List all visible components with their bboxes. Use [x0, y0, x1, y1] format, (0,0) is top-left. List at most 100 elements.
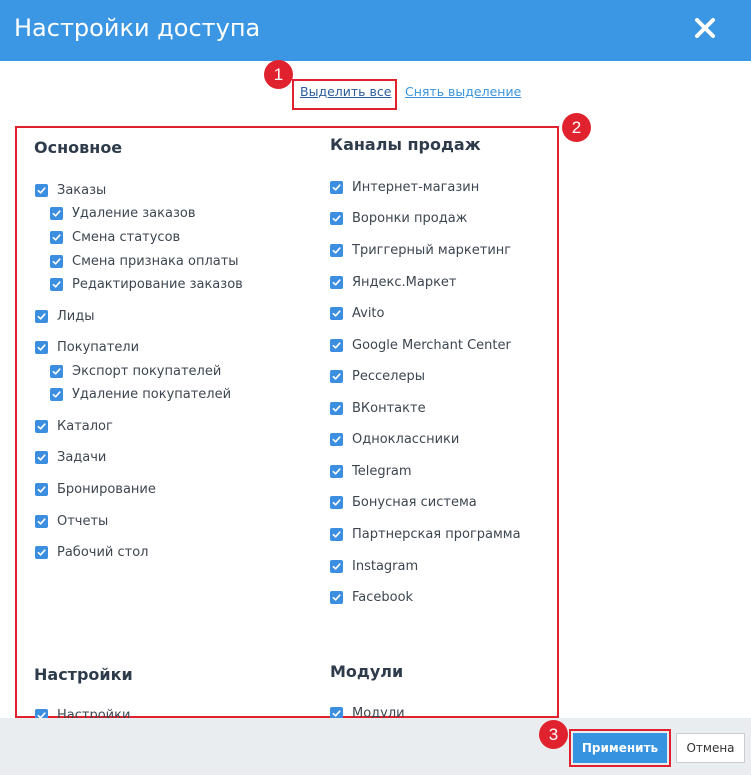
section-title-settings: Настройки: [34, 665, 133, 684]
checkbox-checked-icon[interactable]: [330, 307, 343, 320]
permission-item[interactable]: Яндекс.Маркет: [330, 275, 457, 290]
permission-label: Instagram: [352, 559, 419, 574]
permission-item[interactable]: Редактирование заказов: [50, 277, 243, 292]
permission-label: Триггерный маркетинг: [352, 243, 512, 258]
dialog-title: Настройки доступа: [14, 14, 261, 42]
permission-label: Лиды: [57, 309, 95, 324]
permission-label: Удаление покупателей: [72, 387, 232, 402]
permission-label: Одноклассники: [352, 432, 460, 447]
checkbox-checked-icon[interactable]: [35, 341, 48, 354]
section-title-basic: Основное: [34, 138, 123, 157]
permission-item[interactable]: Экспорт покупателей: [50, 364, 221, 379]
checkbox-checked-icon[interactable]: [330, 465, 343, 478]
permission-label: Модули: [352, 706, 405, 718]
checkbox-checked-icon[interactable]: [330, 276, 343, 289]
permission-item[interactable]: Заказы: [35, 183, 106, 198]
checkbox-checked-icon[interactable]: [330, 433, 343, 446]
checkbox-checked-icon[interactable]: [35, 451, 48, 464]
permission-item[interactable]: Рабочий стол: [35, 545, 148, 560]
permission-label: ВКонтакте: [352, 401, 426, 416]
clear-selection-link[interactable]: Снять выделение: [405, 84, 521, 99]
permission-item[interactable]: Удаление заказов: [50, 206, 196, 221]
permission-label: Партнерская программа: [352, 527, 521, 542]
section-title-modules: Модули: [330, 662, 404, 681]
permission-item[interactable]: Ресселеры: [330, 369, 425, 384]
permission-item[interactable]: Смена признака оплаты: [50, 254, 239, 269]
permission-label: Google Merchant Center: [352, 338, 511, 353]
apply-button[interactable]: Применить: [573, 733, 667, 763]
checkbox-checked-icon[interactable]: [50, 365, 63, 378]
checkbox-checked-icon[interactable]: [330, 181, 343, 194]
permission-label: Настройки: [57, 708, 131, 718]
permission-label: Удаление заказов: [72, 206, 196, 221]
checkbox-checked-icon[interactable]: [330, 528, 343, 541]
permission-item[interactable]: Воронки продаж: [330, 211, 467, 226]
checkbox-checked-icon[interactable]: [330, 244, 343, 257]
permission-item[interactable]: Триггерный маркетинг: [330, 243, 511, 258]
permission-label: Воронки продаж: [352, 211, 468, 226]
checkbox-checked-icon[interactable]: [50, 278, 63, 291]
permission-label: Покупатели: [57, 340, 140, 355]
permission-item[interactable]: Telegram: [330, 464, 412, 479]
permission-label: Бронирование: [57, 482, 156, 497]
permission-item[interactable]: Отчеты: [35, 514, 108, 529]
checkbox-checked-icon[interactable]: [330, 402, 343, 415]
permission-item[interactable]: Бонусная система: [330, 495, 477, 510]
permission-item[interactable]: Интернет-магазин: [330, 180, 479, 195]
permission-item[interactable]: Партнерская программа: [330, 527, 521, 542]
permission-item[interactable]: Google Merchant Center: [330, 338, 511, 353]
permission-item[interactable]: Лиды: [35, 309, 94, 324]
permission-label: Каталог: [57, 419, 113, 434]
dialog-header: Настройки доступа: [0, 0, 751, 61]
checkbox-checked-icon[interactable]: [35, 420, 48, 433]
checkbox-checked-icon[interactable]: [330, 707, 343, 718]
permission-label: Telegram: [352, 464, 412, 479]
checkbox-checked-icon[interactable]: [35, 310, 48, 323]
permission-item[interactable]: Одноклассники: [330, 432, 459, 447]
permission-label: Бонусная система: [352, 495, 477, 510]
checkbox-checked-icon[interactable]: [50, 231, 63, 244]
permission-label: Смена статусов: [72, 230, 181, 245]
permission-item[interactable]: Instagram: [330, 559, 418, 574]
annotation-marker-3: 3: [539, 720, 568, 749]
annotation-box-select-all: [292, 79, 397, 110]
permission-item[interactable]: ВКонтакте: [330, 401, 426, 416]
permission-label: Интернет-магазин: [352, 180, 480, 195]
checkbox-checked-icon[interactable]: [330, 370, 343, 383]
permission-label: Задачи: [57, 450, 107, 465]
permission-item[interactable]: Бронирование: [35, 482, 156, 497]
checkbox-checked-icon[interactable]: [35, 709, 48, 718]
checkbox-checked-icon[interactable]: [35, 483, 48, 496]
permission-item[interactable]: Facebook: [330, 590, 413, 605]
permission-item[interactable]: Задачи: [35, 450, 106, 465]
checkbox-checked-icon[interactable]: [50, 207, 63, 220]
checkbox-checked-icon[interactable]: [330, 339, 343, 352]
permission-item[interactable]: Покупатели: [35, 340, 139, 355]
permission-item[interactable]: Удаление покупателей: [50, 387, 231, 402]
checkbox-checked-icon[interactable]: [35, 184, 48, 197]
checkbox-checked-icon[interactable]: [330, 212, 343, 225]
permission-label: Смена признака оплаты: [72, 254, 239, 269]
permission-label: Facebook: [352, 590, 414, 605]
permission-item[interactable]: Каталог: [35, 419, 113, 434]
permission-item[interactable]: Модули: [330, 706, 405, 718]
close-icon[interactable]: [693, 16, 717, 40]
checkbox-checked-icon[interactable]: [330, 560, 343, 573]
annotation-marker-1: 1: [264, 60, 293, 89]
permission-label: Яндекс.Маркет: [352, 275, 457, 290]
permission-item[interactable]: Настройки: [35, 708, 130, 718]
permission-item[interactable]: Avito: [330, 306, 385, 321]
checkbox-checked-icon[interactable]: [50, 388, 63, 401]
permission-label: Заказы: [57, 183, 107, 198]
permission-item[interactable]: Смена статусов: [50, 230, 180, 245]
checkbox-checked-icon[interactable]: [35, 546, 48, 559]
checkbox-checked-icon[interactable]: [330, 591, 343, 604]
checkbox-checked-icon[interactable]: [50, 255, 63, 268]
cancel-button[interactable]: Отмена: [676, 733, 745, 763]
permission-label: Редактирование заказов: [72, 277, 243, 292]
annotation-marker-2: 2: [562, 113, 591, 142]
permissions-panel[interactable]: Основное Заказы Удаление заказов Смена ста…: [18, 128, 558, 718]
checkbox-checked-icon[interactable]: [35, 515, 48, 528]
permission-label: Avito: [352, 306, 385, 321]
checkbox-checked-icon[interactable]: [330, 496, 343, 509]
